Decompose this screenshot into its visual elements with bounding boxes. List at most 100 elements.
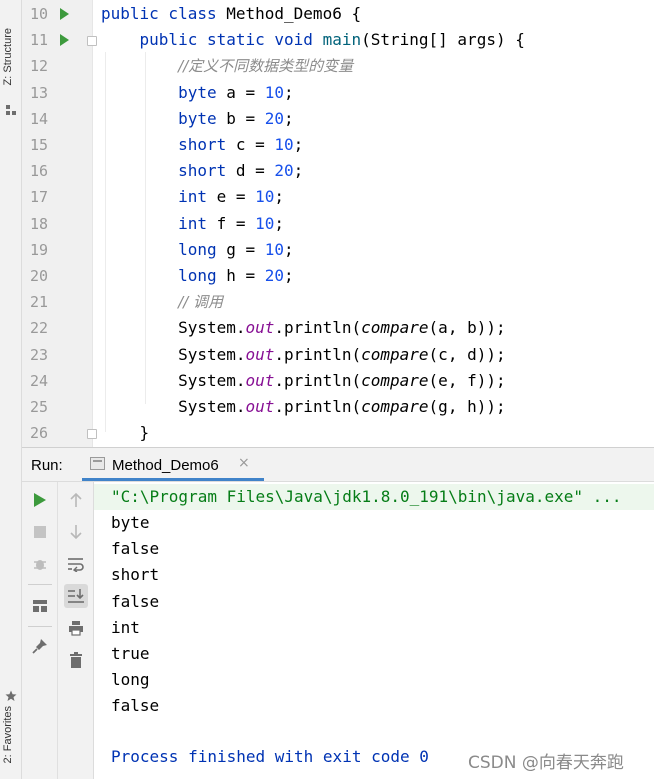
code-line[interactable]: 22 System.out.println(compare(a, b)); (22, 315, 654, 341)
code-line[interactable]: 17 int e = 10; (22, 184, 654, 210)
soft-wrap-icon (68, 558, 84, 572)
favorites-tab[interactable]: 2: Favorites (2, 706, 14, 763)
code-token: System. (101, 370, 246, 390)
run-gutter-icon[interactable] (60, 34, 69, 47)
scroll-to-end-button[interactable] (64, 584, 88, 608)
layout-button[interactable] (28, 594, 52, 618)
run-tab-method-demo6[interactable]: Method_Demo6 × (82, 448, 264, 481)
code-token: (a, b)); (428, 318, 506, 338)
code-token: a = (226, 82, 265, 102)
code-token: ; (293, 135, 304, 154)
code-token: (g, h)); (428, 397, 506, 416)
fold-marker-icon[interactable] (87, 429, 97, 440)
console-line: int (111, 617, 140, 637)
scroll-down-button[interactable] (64, 520, 88, 544)
run-panel: Run: Method_Demo6 × "C:\Program Files\Ja… (22, 447, 654, 779)
code-text: public class Method_Demo6 { (101, 1, 361, 27)
line-number: 19 (29, 240, 48, 259)
line-number: 24 (29, 371, 48, 390)
toolbar-separator (28, 584, 52, 585)
close-icon[interactable]: × (238, 455, 250, 471)
code-token: } (101, 423, 150, 443)
code-token: ; (284, 266, 294, 285)
pin-button[interactable] (28, 634, 52, 658)
code-line[interactable]: 23 System.out.println(compare(c, d)); (22, 342, 654, 368)
code-line[interactable]: 19 long g = 10; (22, 237, 654, 263)
trash-icon (70, 652, 82, 668)
code-token: compare (361, 397, 429, 416)
code-token: //定义不同数据类型的变量 (178, 57, 354, 76)
line-number: 11 (29, 31, 48, 50)
scroll-to-end-icon (68, 589, 84, 603)
scroll-up-button[interactable] (64, 488, 88, 512)
clear-all-button[interactable] (64, 648, 88, 672)
code-line[interactable]: 14 byte b = 20; (22, 106, 654, 132)
run-tab-title: Method_Demo6 (112, 457, 219, 474)
structure-tab[interactable]: Z: Structure (2, 28, 14, 85)
stop-button[interactable] (28, 520, 52, 544)
line-number: 13 (29, 83, 48, 102)
fold-marker-icon[interactable] (87, 36, 97, 47)
code-line[interactable]: 15 short c = 10; (22, 132, 654, 158)
line-number: 21 (29, 293, 48, 312)
watermark: CSDN @向春天奔跑 (468, 753, 624, 773)
code-token: out (245, 370, 275, 390)
code-line[interactable]: 18 int f = 10; (22, 211, 654, 237)
code-token: 10 (264, 82, 285, 102)
code-line[interactable]: 10 public class Method_Demo6 { (22, 1, 654, 27)
code-token: // 调用 (178, 293, 223, 312)
code-line[interactable]: 12 //定义不同数据类型的变量 (22, 53, 654, 79)
code-text: short c = 10; (101, 132, 303, 158)
code-token: b = (226, 108, 265, 128)
console-line: long (111, 670, 150, 690)
line-number: 25 (29, 398, 48, 416)
code-line[interactable]: 26 } (22, 420, 654, 446)
code-line[interactable]: 13 byte a = 10; (22, 80, 654, 106)
code-token: compare (361, 370, 429, 390)
code-token: c = (235, 135, 275, 154)
code-text: public static void main(String[] args) { (101, 27, 525, 53)
soft-wrap-button[interactable] (64, 552, 88, 576)
code-line[interactable]: 11 public static void main(String[] args… (22, 27, 654, 53)
print-button[interactable] (64, 616, 88, 640)
run-toolbar-secondary (58, 482, 94, 779)
code-token: 20 (264, 108, 285, 128)
star-icon (5, 690, 17, 701)
console-line: false (111, 539, 160, 559)
code-token: Method_Demo6 { (226, 4, 362, 23)
code-token: .println( (274, 370, 362, 390)
code-token: long (178, 266, 227, 285)
code-token: 10 (274, 135, 294, 154)
line-number: 12 (29, 57, 48, 76)
code-line[interactable]: 24 System.out.println(compare(e, f)); (22, 368, 654, 394)
debug-button[interactable] (28, 552, 52, 576)
console-output[interactable]: "C:\Program Files\Java\jdk1.8.0_191\bin\… (94, 482, 654, 779)
side-tool-strip: Z: Structure 2: Favorites (0, 0, 22, 779)
stop-icon (34, 526, 46, 538)
code-line[interactable]: 21 // 调用 (22, 289, 654, 315)
code-text: int e = 10; (101, 184, 284, 210)
code-token: ; (284, 239, 294, 259)
code-line[interactable]: 16 short d = 20; (22, 158, 654, 184)
code-token: System. (101, 397, 246, 416)
code-line[interactable]: 25 System.out.println(compare(g, h)); (22, 394, 654, 420)
arrow-down-icon (70, 525, 82, 540)
code-token: byte (178, 108, 227, 128)
code-token: 20 (264, 266, 285, 285)
code-line[interactable]: 20 long h = 20; (22, 263, 654, 289)
run-header: Run: Method_Demo6 × (22, 448, 654, 482)
code-token: System. (101, 344, 246, 364)
bug-icon (34, 560, 46, 570)
line-number: 10 (29, 5, 48, 23)
code-text: // 调用 (101, 289, 223, 315)
play-icon (34, 493, 46, 507)
console-line: byte (111, 513, 150, 532)
run-gutter-icon[interactable] (60, 8, 69, 20)
code-text: int f = 10; (101, 211, 284, 237)
rerun-button[interactable] (28, 488, 52, 512)
code-editor[interactable]: 10 public class Method_Demo6 {11 public s… (22, 0, 654, 447)
